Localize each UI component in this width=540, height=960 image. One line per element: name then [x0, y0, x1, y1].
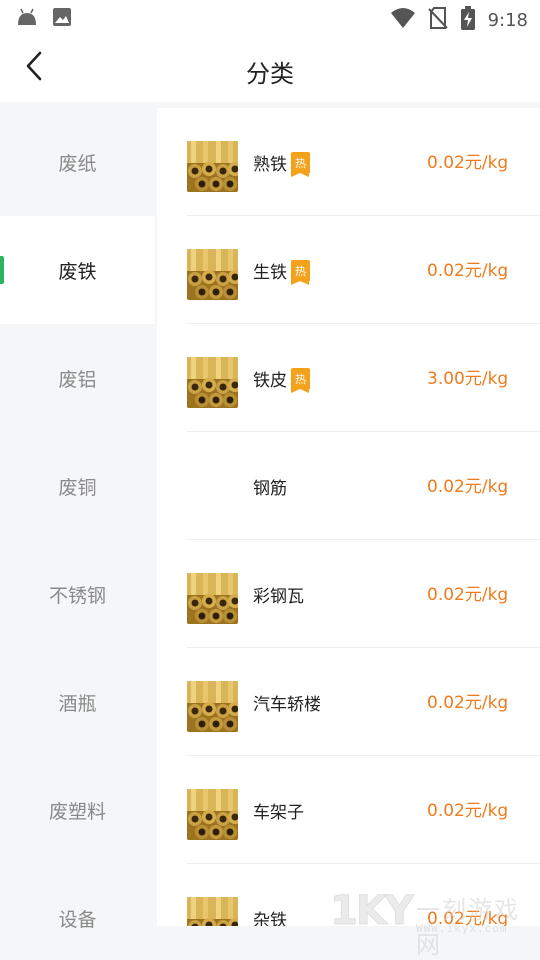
list-item[interactable]: 彩钢瓦 0.02元/kg [187, 540, 540, 648]
product-price: 0.02元/kg [427, 153, 509, 173]
sidebar-item-label: 废塑料 [48, 800, 106, 823]
product-price: 3.00元/kg [427, 369, 509, 389]
list-item[interactable]: 铁皮 热 3.00元/kg [187, 324, 540, 432]
list-item[interactable]: 生铁 热 0.02元/kg [187, 216, 540, 324]
sidebar-item-paper[interactable]: 废纸 [0, 108, 155, 216]
product-thumbnail [187, 789, 238, 840]
bottom-strip [157, 926, 540, 960]
sidebar-item-iron[interactable]: 废铁 [0, 216, 155, 324]
wifi-icon [390, 7, 416, 33]
product-thumbnail [187, 141, 238, 192]
sidebar-item-label: 废纸 [58, 152, 97, 175]
product-name: 熟铁 [253, 155, 287, 175]
product-thumbnail [187, 681, 238, 732]
sidebar-item-plastic[interactable]: 废塑料 [0, 756, 155, 864]
product-list[interactable]: 熟铁 热 0.02元/kg 生铁 热 0.02元/kg 铁皮 热 3.00元/k… [157, 108, 540, 926]
sidebar-item-label: 废铜 [58, 476, 97, 499]
page-title: 分类 [246, 60, 294, 88]
product-name: 汽车轿楼 [253, 695, 321, 715]
sidebar-item-copper[interactable]: 废铜 [0, 432, 155, 540]
sidebar-item-bottles[interactable]: 酒瓶 [0, 648, 155, 756]
status-time: 9:18 [487, 9, 528, 31]
product-price: 0.02元/kg [427, 585, 509, 605]
no-sim-icon [427, 6, 448, 34]
hot-badge: 热 [291, 152, 310, 177]
product-name: 杂铁 [253, 911, 287, 926]
sidebar-item-label: 废铝 [58, 368, 97, 391]
sidebar-item-label: 不锈钢 [48, 584, 106, 607]
list-item[interactable]: 车架子 0.02元/kg [187, 756, 540, 864]
active-indicator [0, 256, 4, 284]
category-body: 废纸 废铁 废铝 废铜 不锈钢 酒瓶 废塑料 设备 熟铁 热 0.02元/kg … [0, 102, 540, 960]
product-thumbnail [187, 573, 238, 624]
status-right-icons: 9:18 [390, 6, 528, 34]
product-thumbnail [187, 249, 238, 300]
sidebar-item-equipment[interactable]: 设备 [0, 864, 155, 960]
list-item[interactable]: 汽车轿楼 0.02元/kg [187, 648, 540, 756]
product-name: 钢筋 [253, 479, 287, 499]
sidebar-item-label: 设备 [58, 908, 97, 931]
status-bar: 9:18 [0, 0, 540, 36]
list-item[interactable]: 杂铁 0.02元/kg [187, 864, 540, 926]
product-price: 0.02元/kg [427, 261, 509, 281]
status-left-icons [16, 7, 72, 31]
product-price: 0.02元/kg [427, 693, 509, 713]
product-price: 0.02元/kg [427, 801, 509, 821]
sidebar-item-label: 酒瓶 [58, 692, 97, 715]
hot-badge: 热 [291, 260, 310, 285]
image-icon [52, 7, 72, 31]
sidebar-item-aluminum[interactable]: 废铝 [0, 324, 155, 432]
product-name: 彩钢瓦 [253, 587, 304, 607]
product-thumbnail [187, 357, 238, 408]
list-item[interactable]: 钢筋 0.02元/kg [187, 432, 540, 540]
product-price: 0.02元/kg [427, 909, 509, 926]
product-name: 生铁 [253, 263, 287, 283]
android-icon [16, 7, 38, 31]
list-item[interactable]: 熟铁 热 0.02元/kg [187, 108, 540, 216]
product-name: 铁皮 [253, 371, 287, 391]
nav-bar: 分类 [0, 36, 540, 100]
sidebar-item-label: 废铁 [58, 260, 97, 283]
product-price: 0.02元/kg [427, 477, 509, 497]
product-name: 车架子 [253, 803, 304, 823]
category-sidebar: 废纸 废铁 废铝 废铜 不锈钢 酒瓶 废塑料 设备 [0, 108, 155, 960]
hot-badge: 热 [291, 368, 310, 393]
product-thumbnail [187, 897, 238, 926]
battery-charging-icon [460, 6, 476, 34]
sidebar-item-stainless[interactable]: 不锈钢 [0, 540, 155, 648]
